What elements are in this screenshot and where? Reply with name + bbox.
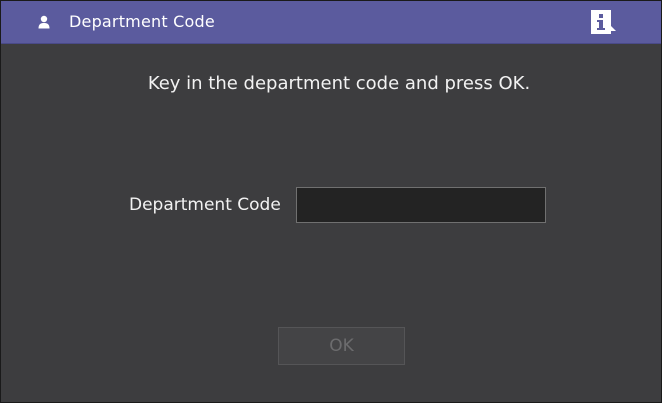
department-code-input[interactable] bbox=[296, 187, 546, 223]
instruction-text: Key in the department code and press OK. bbox=[147, 73, 531, 94]
ok-button[interactable]: OK bbox=[278, 327, 405, 365]
info-icon[interactable] bbox=[587, 8, 617, 36]
department-code-label: Department Code bbox=[129, 195, 281, 215]
title-bar: Department Code bbox=[1, 1, 661, 44]
user-icon bbox=[38, 15, 50, 29]
window-title: Department Code bbox=[69, 12, 215, 31]
department-code-dialog: Department Code Key in the department co… bbox=[0, 0, 662, 403]
